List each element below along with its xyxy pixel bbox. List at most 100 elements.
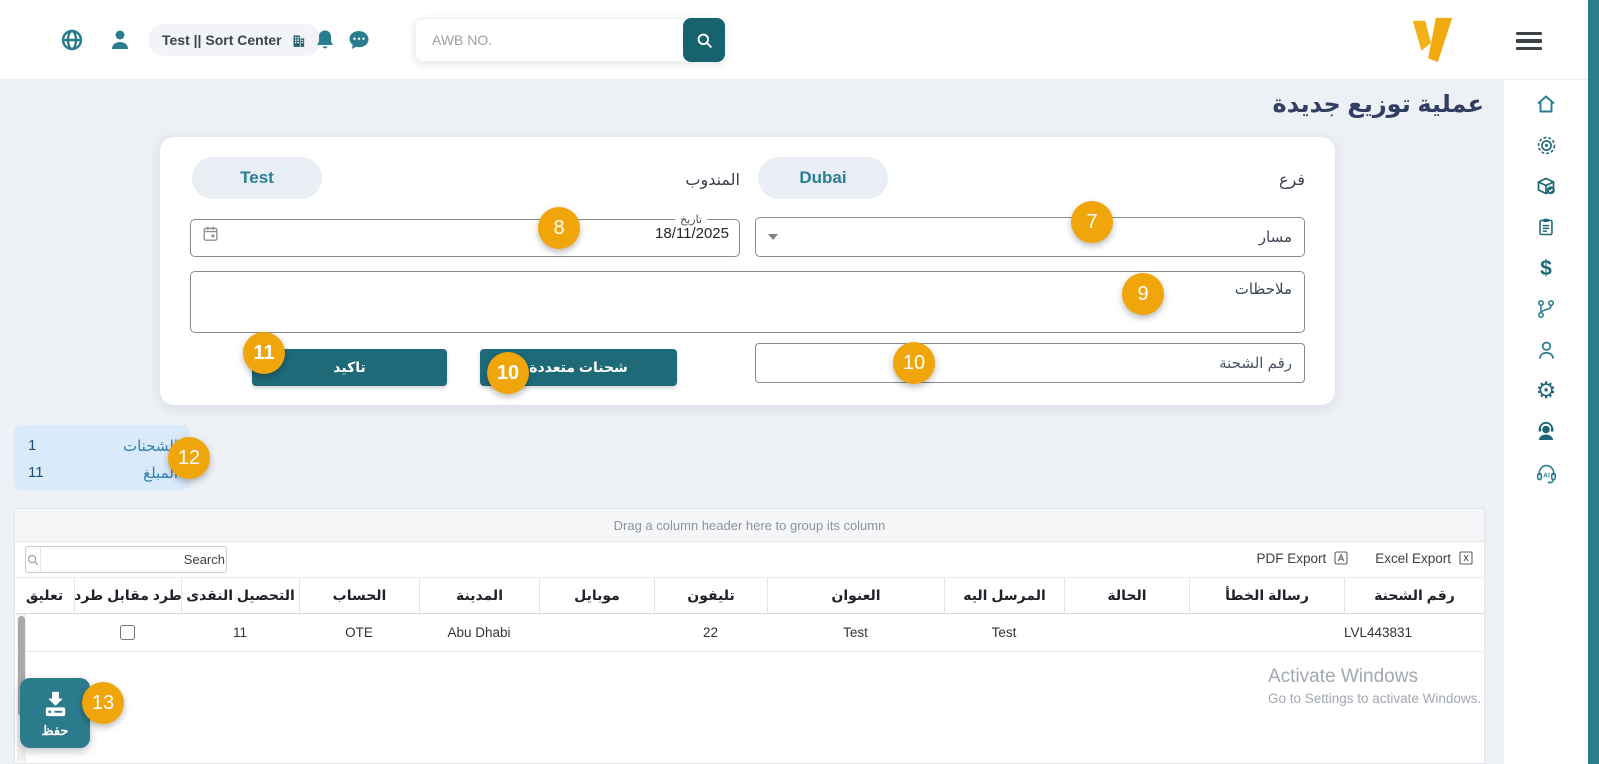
windows-activation-watermark: Activate Windows Go to Settings to activ… bbox=[1268, 666, 1481, 706]
cell-parcel-for-parcel bbox=[74, 614, 181, 651]
sidebar-item-profile-icon[interactable] bbox=[1529, 338, 1563, 362]
search-icon bbox=[695, 31, 714, 50]
step-badge-multiple-shipments: 10 bbox=[487, 352, 529, 394]
svg-text:AI: AI bbox=[1543, 472, 1550, 479]
column-header-cash-collection[interactable]: التحصيل النقدى bbox=[181, 578, 299, 613]
table-row[interactable]: LVL443831 Test Test 22 Abu Dhabi OTE 11 bbox=[15, 614, 1484, 652]
branch-label: فرع bbox=[1279, 170, 1305, 190]
column-header-consignee[interactable]: المرسل اليه bbox=[944, 578, 1064, 613]
awb-search-button[interactable] bbox=[683, 18, 725, 62]
cell-city: Abu Dhabi bbox=[419, 614, 539, 651]
column-header-account[interactable]: الحساب bbox=[299, 578, 419, 613]
distribution-form-card: فرع Dubai المندوب Test مسار 7 تاريخ 18/1… bbox=[160, 137, 1335, 405]
route-select[interactable]: مسار 7 bbox=[755, 217, 1305, 257]
step-badge-route: 7 bbox=[1071, 201, 1113, 243]
cell-cash-collection: 11 bbox=[181, 614, 299, 651]
multiple-shipments-button[interactable]: شحنات متعددة 10 bbox=[480, 349, 677, 386]
save-icon bbox=[39, 687, 72, 720]
totals-summary: الشحنات 1 المبلغ 11 12 bbox=[14, 425, 190, 490]
cell-error-message bbox=[1189, 614, 1344, 651]
language-globe-icon[interactable] bbox=[60, 28, 84, 52]
amount-value: 11 bbox=[28, 464, 44, 481]
column-header-shipment-number[interactable]: رقم الشحنة bbox=[1344, 578, 1484, 613]
excel-icon: X bbox=[1458, 550, 1474, 566]
notifications-bell-icon[interactable] bbox=[313, 28, 337, 52]
grid-search-input[interactable] bbox=[41, 547, 227, 572]
sidebar-item-home-icon[interactable] bbox=[1529, 92, 1563, 116]
sidebar-item-support-agent-icon[interactable] bbox=[1529, 420, 1563, 444]
confirm-button[interactable]: تاكيد 11 bbox=[252, 349, 447, 386]
brand-logo bbox=[1406, 14, 1458, 68]
cell-telephone: 22 bbox=[654, 614, 767, 651]
step-badge-confirm: 11 bbox=[243, 332, 285, 374]
date-value: 18/11/2025 bbox=[655, 225, 729, 242]
step-badge-summary: 12 bbox=[168, 437, 210, 479]
sidebar-item-ai-assistant-icon[interactable]: AI bbox=[1529, 461, 1563, 485]
page-title: عملية توزيع جديدة bbox=[1273, 90, 1484, 119]
workspace-selector[interactable]: Test || Sort Center bbox=[148, 24, 321, 56]
menu-hamburger-icon[interactable] bbox=[1516, 32, 1542, 50]
column-header-error-message[interactable]: رسالة الخطأ bbox=[1189, 578, 1344, 613]
step-badge-shipment-number: 10 bbox=[893, 342, 935, 384]
chat-icon[interactable] bbox=[347, 28, 371, 52]
watermark-line2: Go to Settings to activate Windows. bbox=[1268, 691, 1481, 706]
sidebar-item-routes-branch-icon[interactable] bbox=[1529, 297, 1563, 321]
group-by-panel[interactable]: Drag a column header here to group its c… bbox=[15, 509, 1484, 542]
delegate-label: المندوب bbox=[685, 170, 740, 190]
shipments-count-value: 1 bbox=[28, 437, 36, 454]
delegate-value-pill[interactable]: Test bbox=[192, 157, 322, 199]
step-badge-date: 8 bbox=[538, 207, 580, 249]
export-buttons: PDF Export Excel Export X bbox=[1256, 550, 1474, 566]
cell-consignee: Test bbox=[944, 614, 1064, 651]
column-header-comment[interactable]: تعليق bbox=[15, 578, 74, 613]
parcel-for-parcel-checkbox[interactable] bbox=[120, 625, 135, 640]
sidebar-item-finance-dollar-icon[interactable]: $ bbox=[1529, 256, 1563, 280]
save-button[interactable]: حفظ 13 bbox=[20, 678, 90, 748]
sidebar-item-gear-badge-icon[interactable] bbox=[1529, 133, 1563, 157]
calendar-icon[interactable] bbox=[201, 224, 220, 243]
workspace-label: Test || Sort Center bbox=[162, 32, 282, 48]
search-icon bbox=[26, 547, 41, 572]
date-field[interactable]: تاريخ 18/11/2025 8 bbox=[190, 213, 740, 257]
grid-header-row: رقم الشحنة رسالة الخطأ الحالة المرسل الي… bbox=[15, 578, 1484, 614]
grid-search bbox=[25, 546, 227, 573]
sidebar: $ ⚙ AI bbox=[1504, 80, 1588, 764]
sidebar-item-settings-gear-icon[interactable]: ⚙ bbox=[1529, 379, 1563, 403]
cell-mobile bbox=[539, 614, 654, 651]
route-placeholder: مسار bbox=[1259, 228, 1292, 246]
cell-account: OTE bbox=[299, 614, 419, 651]
column-header-city[interactable]: المدينة bbox=[419, 578, 539, 613]
column-header-mobile[interactable]: موبايل bbox=[539, 578, 654, 613]
shipment-number-wrap: 10 bbox=[755, 343, 1305, 383]
notes-field-wrap: 9 bbox=[190, 271, 1305, 333]
watermark-line1: Activate Windows bbox=[1268, 666, 1481, 688]
shipments-grid: Drag a column header here to group its c… bbox=[14, 508, 1485, 764]
app: Test || Sort Center bbox=[0, 0, 1599, 764]
user-profile-icon[interactable] bbox=[108, 28, 132, 52]
pdf-export-button[interactable]: PDF Export bbox=[1256, 550, 1349, 566]
cell-address: Test bbox=[767, 614, 944, 651]
top-header: Test || Sort Center bbox=[0, 0, 1588, 80]
column-header-address[interactable]: العنوان bbox=[767, 578, 944, 613]
grid: رقم الشحنة رسالة الخطأ الحالة المرسل الي… bbox=[15, 578, 1484, 652]
grid-toolbar: PDF Export Excel Export X bbox=[15, 542, 1484, 578]
step-badge-save: 13 bbox=[82, 682, 124, 724]
awb-search bbox=[415, 18, 725, 62]
column-header-parcel-for-parcel[interactable]: طرد مقابل طرد bbox=[74, 578, 181, 613]
pdf-icon bbox=[1333, 550, 1349, 566]
chevron-down-icon bbox=[768, 234, 778, 240]
shipment-number-input[interactable] bbox=[755, 343, 1305, 383]
excel-export-button[interactable]: Excel Export X bbox=[1375, 550, 1474, 566]
cell-shipment-number: LVL443831 bbox=[1344, 614, 1484, 651]
sidebar-rail bbox=[1588, 0, 1599, 764]
column-header-status[interactable]: الحالة bbox=[1064, 578, 1189, 613]
awb-search-input[interactable] bbox=[415, 18, 689, 62]
column-header-telephone[interactable]: تليفون bbox=[654, 578, 767, 613]
summary-amount-row: المبلغ 11 bbox=[28, 459, 178, 486]
sidebar-item-package-check-icon[interactable] bbox=[1529, 174, 1563, 198]
cell-status bbox=[1064, 614, 1189, 651]
branch-value-pill[interactable]: Dubai bbox=[758, 157, 888, 199]
summary-shipments-row: الشحنات 1 bbox=[28, 432, 178, 459]
sidebar-item-clipboard-icon[interactable] bbox=[1529, 215, 1563, 239]
building-icon bbox=[290, 32, 307, 49]
